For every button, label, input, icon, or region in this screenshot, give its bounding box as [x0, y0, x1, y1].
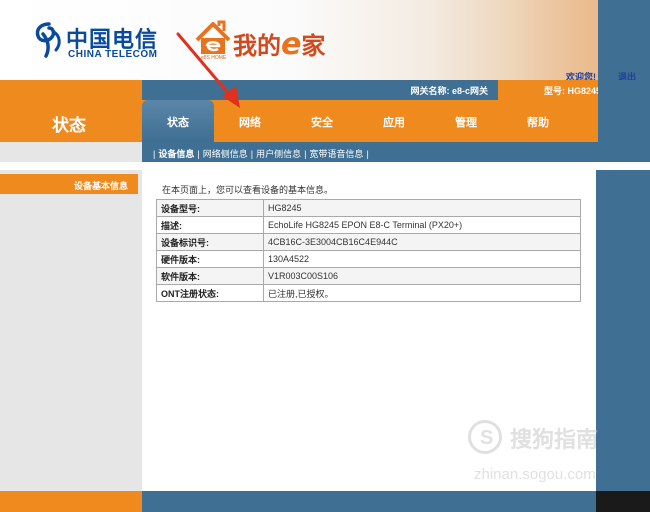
model-box: 型号: HG8245 [498, 80, 602, 100]
sub-nav-items: | 设备信息 | 网络侧信息 | 用户侧信息 | 宽带语音信息 | [150, 147, 372, 160]
telecom-emblem-icon [35, 22, 61, 58]
nav-right-band [598, 80, 650, 142]
ehome-subtitle: e8S HOME [201, 55, 227, 61]
subtab-network-info[interactable]: 网络侧信息 [203, 149, 248, 159]
subtab-user-info[interactable]: 用户侧信息 [256, 149, 301, 159]
row-key: ONT注册状态: [156, 284, 264, 302]
ehome-title: 我的e家 [233, 26, 325, 62]
row-key: 设备型号: [156, 199, 264, 217]
section-title: 状态 [52, 116, 86, 135]
tab-management[interactable]: 管理 [430, 100, 502, 142]
sidebar-top-spacer [0, 142, 142, 162]
gateway-info-bar: 网关名称: e8-c网关 [142, 80, 498, 100]
subnav-right-band [598, 142, 650, 162]
sub-nav-separator: | [304, 149, 307, 159]
table-row: 软件版本: V1R003C00S106 [156, 267, 581, 285]
tab-network[interactable]: 网络 [214, 100, 286, 142]
sidebar-item-label: 设备基本信息 [73, 181, 128, 191]
row-key: 设备标识号: [156, 233, 264, 251]
sub-nav-separator: | [197, 149, 200, 159]
row-value: 4CB16C-3E3004CB16C4E944C [263, 233, 581, 251]
model-label: 型号: HG8245 [544, 86, 602, 96]
table-row: 设备标识号: 4CB16C-3E3004CB16C4E944C [156, 233, 581, 251]
table-row: 描述: EchoLife HG8245 EPON E8-C Terminal (P… [156, 216, 581, 234]
table-row: 设备型号: HG8245 [156, 199, 581, 217]
subtab-voice-info[interactable]: 宽带语音信息 [309, 149, 363, 159]
row-key: 硬件版本: [156, 250, 264, 268]
row-value: 130A4522 [263, 250, 581, 268]
footer-bar [142, 491, 596, 512]
sub-nav: | 设备信息 | 网络侧信息 | 用户侧信息 | 宽带语音信息 | [142, 142, 598, 162]
main-nav: 状态 网络 安全 应用 管理 帮助 [142, 100, 598, 142]
row-key: 描述: [156, 216, 264, 234]
page-intro: 在本页面上，您可以查看设备的基本信息。 [162, 185, 334, 195]
footer-left [0, 491, 142, 512]
watermark-text-cn: 搜狗指南 [510, 427, 599, 452]
telecom-name-en: CHINA TELECOM [68, 49, 158, 60]
tab-status[interactable]: 状态 [142, 100, 214, 142]
ehome-title-suffix: 家 [301, 32, 326, 60]
gateway-name: 网关名称: e8-c网关 [410, 86, 488, 96]
row-key: 软件版本: [156, 267, 264, 285]
header-gradient [430, 0, 600, 80]
subtab-device-info[interactable]: 设备信息 [158, 149, 194, 159]
sidebar: 设备基本信息 [0, 170, 142, 491]
tab-help[interactable]: 帮助 [502, 100, 574, 142]
header-divider [0, 162, 650, 170]
china-telecom-logo: 中国电信 CHINA TELECOM [34, 20, 159, 62]
sub-nav-separator: | [250, 149, 254, 159]
tab-security[interactable]: 安全 [286, 100, 358, 142]
table-row: 硬件版本: 130A4522 [156, 250, 581, 268]
watermark-text-en: zhinan.sogou.com [474, 466, 596, 483]
header-right-band [598, 0, 650, 80]
table-row: ONT注册状态: 已注册,已授权。 [156, 284, 581, 302]
sogou-logo-icon: S [468, 420, 502, 454]
sogou-watermark: S 搜狗指南 zhinan.sogou.com [468, 420, 643, 490]
device-info-table: 设备型号: HG8245 描述: EchoLife HG8245 EPON E8-C… [156, 199, 581, 302]
sub-nav-separator: | [153, 149, 156, 159]
my-ehome-logo: e8S HOME 我的e家 [193, 18, 363, 66]
sidebar-item-device-basic-info[interactable]: 设备基本信息 [0, 174, 138, 194]
row-value: V1R003C00S106 [263, 267, 581, 285]
row-value: EchoLife HG8245 EPON E8-C Terminal (PX20… [263, 216, 581, 234]
ehome-title-prefix: 我的 [233, 32, 281, 60]
tab-application[interactable]: 应用 [358, 100, 430, 142]
sub-nav-separator: | [366, 149, 369, 159]
ehome-title-e: e [281, 27, 302, 62]
footer-right [596, 491, 650, 512]
row-value: HG8245 [263, 199, 581, 217]
row-value: 已注册,已授权。 [263, 284, 581, 302]
